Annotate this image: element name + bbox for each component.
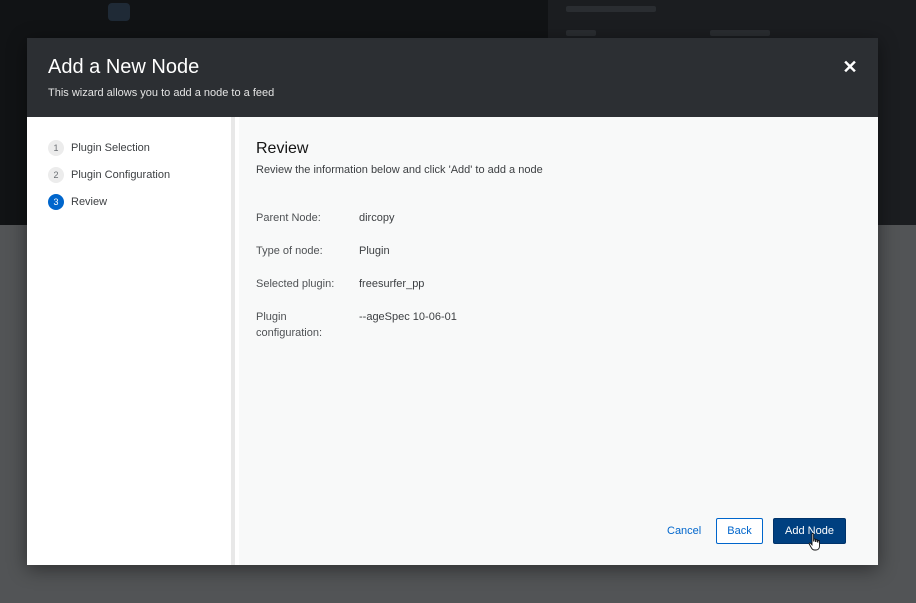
selected-plugin-label: Selected plugin: (256, 278, 335, 290)
step-label: Plugin Selection (71, 142, 150, 154)
node-type-value: Plugin (359, 245, 390, 257)
plugin-configuration-value: --ageSpec 10-06-01 (359, 311, 457, 323)
add-node-modal: Add a New Node This wizard allows you to… (27, 38, 878, 565)
close-icon[interactable]: ✕ (837, 54, 863, 80)
background-text (566, 30, 596, 36)
wizard-step-review[interactable]: 3 Review (48, 193, 107, 211)
node-type-label: Type of node: (256, 245, 323, 257)
step-label: Review (71, 196, 108, 208)
step-number: 3 (48, 194, 64, 210)
wizard-step-plugin-configuration[interactable]: 2 Plugin Configuration (48, 166, 170, 184)
step-number: 2 (48, 167, 64, 183)
wizard-main: Review Review the information below and … (239, 117, 878, 565)
hand-cursor-icon (808, 533, 820, 551)
cancel-button[interactable]: Cancel (667, 522, 701, 540)
step-label: Plugin Configuration (71, 169, 171, 181)
wizard-step-plugin-selection[interactable]: 1 Plugin Selection (48, 139, 150, 157)
modal-header: Add a New Node This wizard allows you to… (27, 38, 878, 117)
background-text (710, 30, 770, 36)
background-logo (108, 3, 130, 21)
step-number: 1 (48, 140, 64, 156)
back-button[interactable]: Back (716, 518, 763, 544)
parent-node-value: dircopy (359, 212, 395, 224)
selected-plugin-value: freesurfer_pp (359, 278, 425, 290)
review-title: Review (256, 140, 309, 157)
wizard-nav: 1 Plugin Selection 2 Plugin Configuratio… (27, 117, 235, 565)
parent-node-label: Parent Node: (256, 212, 321, 224)
background-text (566, 6, 656, 12)
review-description: Review the information below and click '… (256, 164, 543, 176)
plugin-configuration-label: Plugin configuration: (256, 311, 323, 339)
modal-subtitle: This wizard allows you to add a node to … (48, 87, 275, 99)
modal-title: Add a New Node (48, 56, 200, 78)
